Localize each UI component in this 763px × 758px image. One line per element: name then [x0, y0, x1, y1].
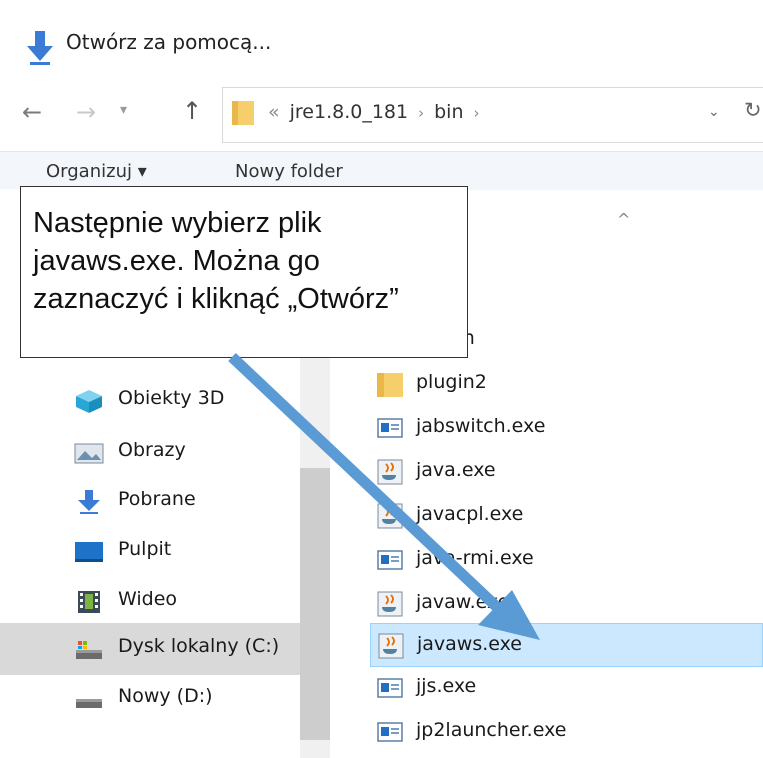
list-item-java[interactable]: java.exe	[370, 450, 763, 494]
breadcrumb-separator-icon[interactable]: ›	[418, 104, 424, 122]
sidebar-item-label: Pobrane	[118, 488, 196, 510]
sidebar-item-label: Wideo	[118, 588, 178, 610]
exe-icon	[377, 550, 403, 570]
downloads-icon	[78, 490, 100, 514]
new-folder-button[interactable]: Nowy folder	[235, 161, 343, 182]
drive-icon	[76, 699, 102, 708]
sidebar-item-downloads[interactable]: Pobrane	[0, 476, 300, 528]
sidebar-item-pictures[interactable]: Obrazy	[0, 427, 300, 479]
sidebar-item-video[interactable]: Wideo	[0, 576, 300, 628]
local-disk-icon	[76, 641, 102, 659]
sidebar-item-label: Dysk lokalny (C:)	[118, 635, 280, 657]
java-icon	[377, 459, 403, 485]
list-item-jp2launcher[interactable]: jp2launcher.exe	[370, 710, 763, 754]
breadcrumb-item-bin[interactable]: bin	[434, 101, 463, 123]
file-name: javacpl.exe	[416, 503, 524, 525]
folder-icon	[232, 101, 254, 125]
file-name: java.exe	[416, 459, 496, 481]
forward-arrow-icon[interactable]: →	[76, 98, 96, 126]
address-dropdown-icon[interactable]: ⌄	[708, 104, 720, 120]
list-item-jjs[interactable]: jjs.exe	[370, 666, 763, 710]
java-icon	[378, 633, 404, 659]
list-item-javaws[interactable]: javaws.exe	[370, 623, 763, 667]
list-item-javacpl[interactable]: javacpl.exe	[370, 494, 763, 538]
folder-icon	[377, 373, 403, 397]
list-item-jabswitch[interactable]: jabswitch.exe	[370, 406, 763, 450]
up-arrow-icon[interactable]: ↑	[182, 97, 202, 125]
java-icon	[377, 503, 403, 529]
file-name: java-rmi.exe	[416, 547, 534, 569]
sidebar-item-drive-d[interactable]: Nowy (D:)	[0, 673, 300, 725]
navigation-scrollbar-thumb[interactable]	[300, 468, 330, 740]
sidebar-item-local-disk[interactable]: Dysk lokalny (C:)	[0, 623, 300, 675]
sidebar-item-label: Obiekty 3D	[118, 387, 225, 409]
sort-chevron-up-icon[interactable]: ^	[617, 210, 630, 229]
breadcrumb-overflow[interactable]: «	[268, 101, 280, 123]
back-arrow-icon[interactable]: ←	[22, 98, 42, 126]
sidebar-item-3d-objects[interactable]: Obiekty 3D	[0, 375, 300, 427]
list-item-javaw[interactable]: javaw.exe	[370, 582, 763, 626]
file-name: jjs.exe	[416, 675, 477, 697]
exe-icon	[377, 678, 403, 698]
breadcrumb-item-jre[interactable]: jre1.8.0_181	[290, 101, 408, 123]
java-icon	[377, 591, 403, 617]
list-item-plugin2[interactable]: plugin2	[370, 362, 763, 406]
refresh-icon[interactable]: ↻	[744, 98, 762, 122]
file-name: jp2launcher.exe	[416, 719, 567, 741]
desktop-icon	[75, 542, 103, 562]
instruction-text: Następnie wybierz plik javaws.exe. Można…	[33, 207, 399, 315]
pictures-icon	[74, 443, 104, 464]
video-icon	[78, 591, 100, 613]
organize-button[interactable]: Organizuj ▾	[46, 161, 147, 182]
breadcrumb-separator-icon[interactable]: ›	[474, 104, 480, 122]
breadcrumb[interactable]: « jre1.8.0_181 › bin ›	[268, 101, 490, 123]
sidebar-item-label: Obrazy	[118, 439, 186, 461]
dialog-title: Otwórz za pomocą...	[66, 30, 272, 54]
file-name: jabswitch.exe	[416, 415, 546, 437]
sidebar-item-label: Nowy (D:)	[118, 685, 213, 707]
exe-icon	[377, 722, 403, 742]
file-name: javaws.exe	[417, 633, 522, 655]
sidebar-item-label: Pulpit	[118, 538, 172, 560]
file-name: javaw.exe	[416, 591, 510, 613]
download-arrow-icon	[27, 31, 53, 65]
sidebar-item-desktop[interactable]: Pulpit	[0, 526, 300, 578]
exe-icon	[377, 418, 403, 438]
file-name: plugin2	[416, 371, 487, 393]
3d-objects-icon	[76, 390, 102, 413]
list-item-java-rmi[interactable]: java-rmi.exe	[370, 538, 763, 582]
recent-locations-chevron-icon[interactable]: ▾	[120, 102, 127, 118]
